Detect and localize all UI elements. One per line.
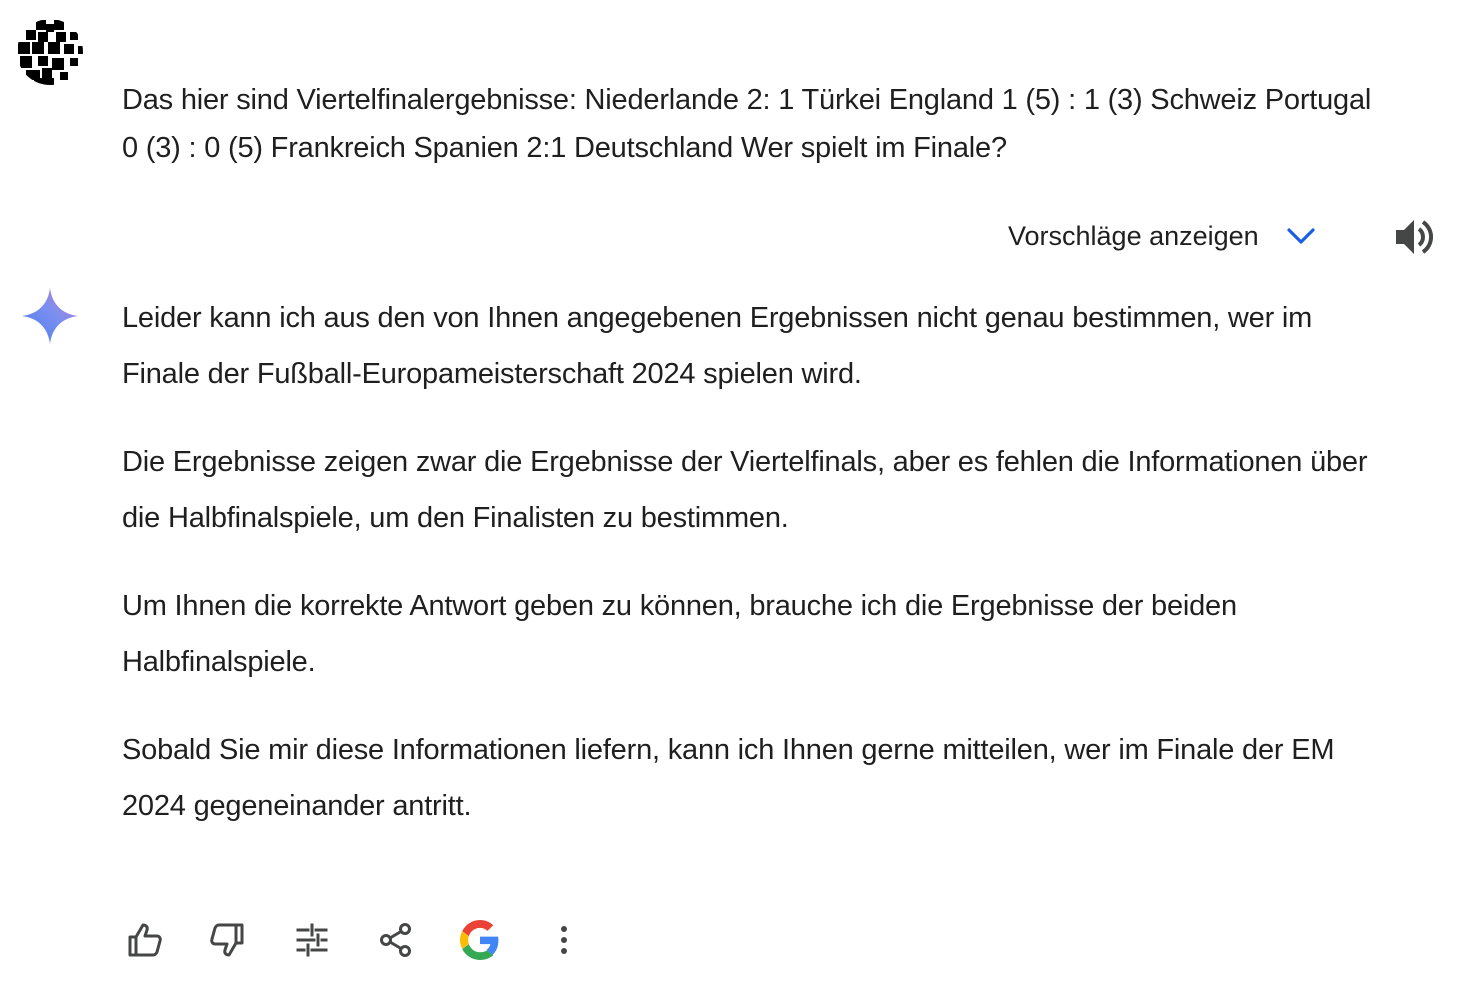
share-button[interactable] [370,912,422,968]
show-suggestions-button[interactable]: Vorschläge anzeigen [1008,212,1317,260]
thumbs-down-button[interactable] [202,912,254,968]
pixel-avatar-icon [18,20,83,85]
user-avatar [16,18,84,86]
modify-response-button[interactable] [286,912,338,968]
response-action-bar [118,912,622,968]
chevron-down-icon [1285,220,1317,252]
suggestions-label: Vorschläge anzeigen [1008,220,1259,251]
thumbs-up-icon [128,923,162,957]
thumbs-down-icon [210,923,244,957]
user-prompt-text: Das hier sind Viertelfinalergebnisse: Ni… [122,84,1372,164]
share-icon [380,923,411,957]
assistant-response: Leider kann ich aus den von Ihnen angege… [122,290,1382,866]
response-paragraph: Um Ihnen die korrekte Antwort geben zu k… [122,590,1237,678]
read-aloud-button[interactable] [1390,214,1436,260]
gemini-sparkle-icon [22,288,78,344]
response-paragraph: Sobald Sie mir diese Informationen liefe… [122,734,1335,822]
response-paragraph: Die Ergebnisse zeigen zwar die Ergebniss… [122,446,1368,534]
google-check-button[interactable] [454,912,506,968]
more-vert-icon [561,926,567,954]
speaker-icon [1396,220,1433,254]
thumbs-up-button[interactable] [118,912,170,968]
tune-icon [296,923,328,957]
google-icon [460,920,499,960]
assistant-avatar [20,286,80,346]
response-paragraph: Leider kann ich aus den von Ihnen angege… [122,302,1313,390]
more-options-button[interactable] [538,912,590,968]
